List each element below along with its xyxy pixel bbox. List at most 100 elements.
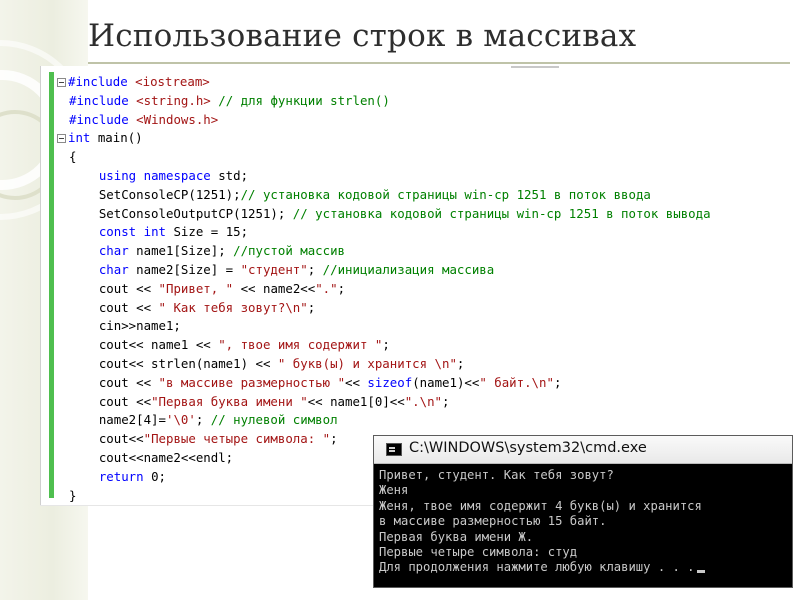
code-token: cout<< name1 << bbox=[69, 337, 219, 353]
code-line: cin>>name1; bbox=[57, 317, 181, 336]
code-token: << name2<< bbox=[233, 280, 316, 296]
code-token: ".\n" bbox=[404, 393, 443, 409]
code-line: cout << "Привет, " << name2<<"."; bbox=[57, 280, 345, 299]
code-token: "Первая буква имени " bbox=[151, 393, 308, 409]
code-line: #include <iostream> bbox=[57, 73, 210, 92]
console-line-text: Для продолжения нажмите любую клавишу . … bbox=[379, 560, 695, 575]
code-token: <Windows.h> bbox=[136, 111, 219, 127]
code-line: cout << " Как тебя зовут?\n"; bbox=[57, 299, 315, 318]
code-token: " букв(ы) и хранится \n" bbox=[277, 356, 457, 371]
code-token: #include bbox=[69, 92, 129, 108]
code-line: cout <<"Первая буква имени "<< name1[0]<… bbox=[57, 393, 450, 412]
code-token: " байт.\n" bbox=[479, 374, 554, 390]
code-line: cout<<"Первые четыре символа: "; bbox=[57, 430, 338, 449]
code-token: std; bbox=[210, 168, 249, 183]
code-token: char bbox=[98, 243, 129, 259]
code-token: #include bbox=[69, 111, 129, 127]
console-line-text: Женя bbox=[379, 483, 409, 498]
code-token: ; bbox=[456, 356, 465, 371]
code-token: int bbox=[143, 224, 167, 240]
console-line-text: Привет, студент. Как тебя зовут? bbox=[379, 468, 614, 482]
code-token: cout<<name2<<endl; bbox=[69, 450, 234, 465]
code-token: cin>>name1; bbox=[69, 318, 181, 334]
code-token: cout << bbox=[69, 374, 159, 390]
code-token: ; bbox=[337, 280, 346, 296]
code-token: //пустой массив bbox=[233, 243, 346, 259]
cursor-icon bbox=[696, 570, 705, 574]
collapse-icon[interactable] bbox=[57, 134, 66, 144]
code-token: // для функции strlen() bbox=[218, 92, 390, 108]
code-token: sizeof bbox=[367, 374, 413, 390]
console-icon bbox=[386, 443, 402, 456]
code-token: // установка кодовой страницы win-cp 125… bbox=[240, 186, 651, 202]
code-line: int main() bbox=[57, 129, 143, 148]
code-token: ; bbox=[195, 412, 211, 428]
code-token: ; bbox=[553, 374, 562, 390]
slide-title: Использование строк в массивах bbox=[88, 18, 637, 54]
code-token: const bbox=[98, 224, 137, 240]
code-token: { bbox=[69, 149, 77, 165]
code-token: ; bbox=[442, 393, 450, 409]
console-line: Привет, студент. Как тебя зовут? bbox=[379, 468, 787, 483]
console-line: Женя, твое имя содержит 4 букв(ы) и хран… bbox=[379, 499, 787, 514]
code-token: "студент" bbox=[240, 262, 308, 277]
code-token: << name1[0]<< bbox=[307, 393, 405, 409]
code-line: #include <string.h> // для функции strle… bbox=[57, 92, 390, 111]
code-token: '\0' bbox=[165, 412, 196, 428]
code-token: cout << bbox=[69, 393, 152, 409]
code-line: char name1[Size]; //пустой массив bbox=[57, 242, 345, 261]
code-line: using namespace std; bbox=[57, 167, 248, 186]
code-token: // нулевой символ bbox=[210, 412, 338, 428]
console-line: в массиве размерностью 15 байт. bbox=[379, 514, 787, 529]
console-line-text: Женя, твое имя содержит 4 букв(ы) и хран… bbox=[379, 498, 702, 513]
collapse-icon[interactable] bbox=[57, 78, 66, 87]
code-token: ; bbox=[307, 299, 316, 315]
code-token: char bbox=[98, 262, 129, 277]
console-line-text: Первые четыре символа: студ bbox=[379, 544, 578, 559]
code-token: name1[Size]; bbox=[128, 243, 234, 259]
code-token: name2[4]= bbox=[69, 412, 166, 428]
console-output[interactable]: Привет, студент. Как тебя зовут? Женя Женя… bbox=[379, 468, 787, 587]
code-token: #include bbox=[68, 74, 128, 89]
code-line: cout << "в массиве размерностью "<< size… bbox=[57, 374, 562, 393]
code-token: " Как тебя зовут?\n" bbox=[158, 299, 308, 315]
code-line: #include <Windows.h> bbox=[57, 111, 218, 130]
code-token: "Привет, " bbox=[158, 280, 234, 296]
console-title: C:\WINDOWS\system32\cmd.exe bbox=[409, 440, 647, 456]
code-line: { bbox=[57, 148, 76, 167]
code-token: //инициализация массива bbox=[322, 262, 495, 277]
code-token: namespace bbox=[143, 168, 211, 183]
code-token: Size = 15; bbox=[166, 224, 249, 240]
code-line: } bbox=[57, 487, 76, 506]
code-token: int bbox=[68, 130, 91, 146]
code-token: "." bbox=[315, 280, 338, 296]
code-token: ", твое имя содержит " bbox=[218, 337, 383, 353]
code-token: cout << bbox=[69, 299, 159, 315]
code-token: (name1)<< bbox=[412, 374, 480, 390]
editor-bottom-divider bbox=[40, 505, 373, 506]
console-titlebar[interactable]: C:\WINDOWS\system32\cmd.exe bbox=[374, 436, 792, 464]
console-line-text: в массиве размерностью 15 байт. bbox=[379, 514, 607, 529]
console-line: Женя bbox=[379, 483, 787, 498]
code-line: cout<< strlen(name1) << " букв(ы) и хран… bbox=[57, 355, 465, 374]
code-token: SetConsoleCP(1251); bbox=[69, 186, 241, 202]
code-token: using bbox=[98, 168, 137, 183]
code-token: } bbox=[69, 487, 77, 503]
code-token: cout<< bbox=[69, 431, 144, 447]
code-line: return 0; bbox=[57, 468, 166, 487]
code-token: ; bbox=[330, 431, 338, 447]
code-token: SetConsoleOutputCP(1251); bbox=[69, 205, 293, 221]
code-token: 0; bbox=[143, 468, 166, 484]
console-line: Первые четыре символа: студ bbox=[379, 545, 787, 560]
code-line: char name2[Size] = "студент"; //инициали… bbox=[57, 261, 494, 280]
console-line: Первая буква имени Ж. bbox=[379, 530, 787, 545]
code-token: "Первые четыре символа: " bbox=[143, 431, 331, 447]
code-token: cout<< strlen(name1) << bbox=[69, 356, 278, 371]
code-token: <iostream> bbox=[135, 74, 210, 89]
code-line: const int Size = 15; bbox=[57, 223, 248, 242]
code-token: ; bbox=[382, 337, 390, 353]
